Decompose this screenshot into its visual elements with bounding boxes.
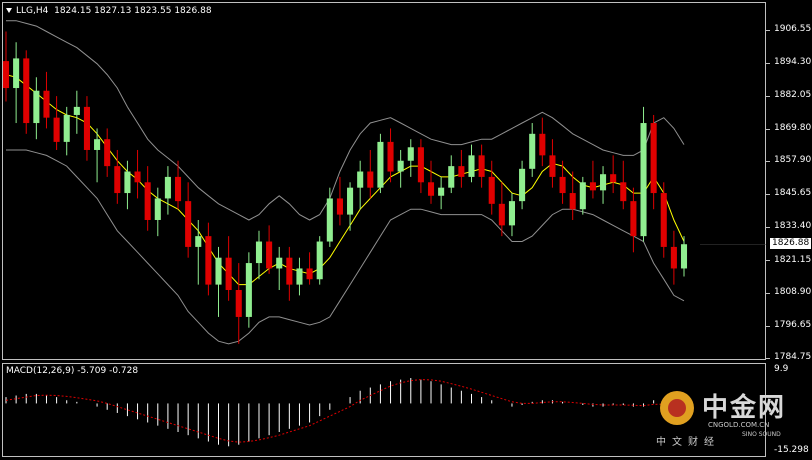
chart-window[interactable]: LLG,H4 1824.15 1827.13 1823.55 1826.88 M… bbox=[0, 0, 812, 460]
macd-axis-top-label: 9.9 bbox=[774, 364, 789, 374]
price-axis-tick bbox=[766, 63, 770, 64]
price-axis-tick bbox=[766, 30, 770, 31]
price-axis-tick bbox=[766, 194, 770, 195]
price-axis-label: 1882.05 bbox=[774, 90, 812, 100]
watermark: 中金网 CNGOLD.COM.CN 中文财经 SINO SOUND bbox=[650, 385, 800, 455]
price-axis-tick bbox=[766, 161, 770, 162]
price-axis-tick bbox=[766, 227, 770, 228]
macd-signal-line bbox=[5, 379, 685, 443]
price-axis-tick bbox=[766, 260, 770, 261]
ohlc-readout: 1824.15 1827.13 1823.55 1826.88 bbox=[54, 6, 212, 16]
price-axis-label: 1906.55 bbox=[774, 24, 812, 34]
brand-logo-icon bbox=[660, 391, 694, 425]
macd-indicator-label: MACD(12,26,9) -5.709 -0.728 bbox=[6, 366, 139, 376]
price-axis-label: 1808.90 bbox=[774, 287, 812, 297]
symbol-label: LLG,H4 bbox=[16, 6, 49, 16]
price-axis-label: 1784.75 bbox=[774, 352, 812, 362]
price-axis-label: 1857.90 bbox=[774, 155, 812, 165]
watermark-sinosound: SINO SOUND bbox=[742, 431, 781, 438]
price-axis-tick bbox=[766, 96, 770, 97]
price-axis-label: 1845.65 bbox=[774, 188, 812, 198]
price-axis-label: 1833.40 bbox=[774, 221, 812, 231]
price-axis-label: 1796.65 bbox=[774, 320, 812, 330]
watermark-site: CNGOLD.COM.CN bbox=[708, 421, 770, 429]
price-axis-tick bbox=[766, 358, 770, 359]
price-axis-tick bbox=[766, 326, 770, 327]
price-axis-tick bbox=[766, 129, 770, 130]
price-axis-label: 1869.80 bbox=[774, 123, 812, 133]
symbol-header: LLG,H4 1824.15 1827.13 1823.55 1826.88 bbox=[6, 6, 212, 16]
price-axis-label: 1894.30 bbox=[774, 57, 812, 67]
watermark-slogan: 中文财经 bbox=[656, 437, 720, 448]
dropdown-triangle-icon[interactable] bbox=[6, 8, 12, 13]
price-axis-label: 1821.15 bbox=[774, 255, 812, 265]
watermark-brand: 中金网 bbox=[702, 393, 787, 423]
price-axis-tick bbox=[766, 293, 770, 294]
current-price-badge: 1826.88 bbox=[770, 238, 812, 249]
